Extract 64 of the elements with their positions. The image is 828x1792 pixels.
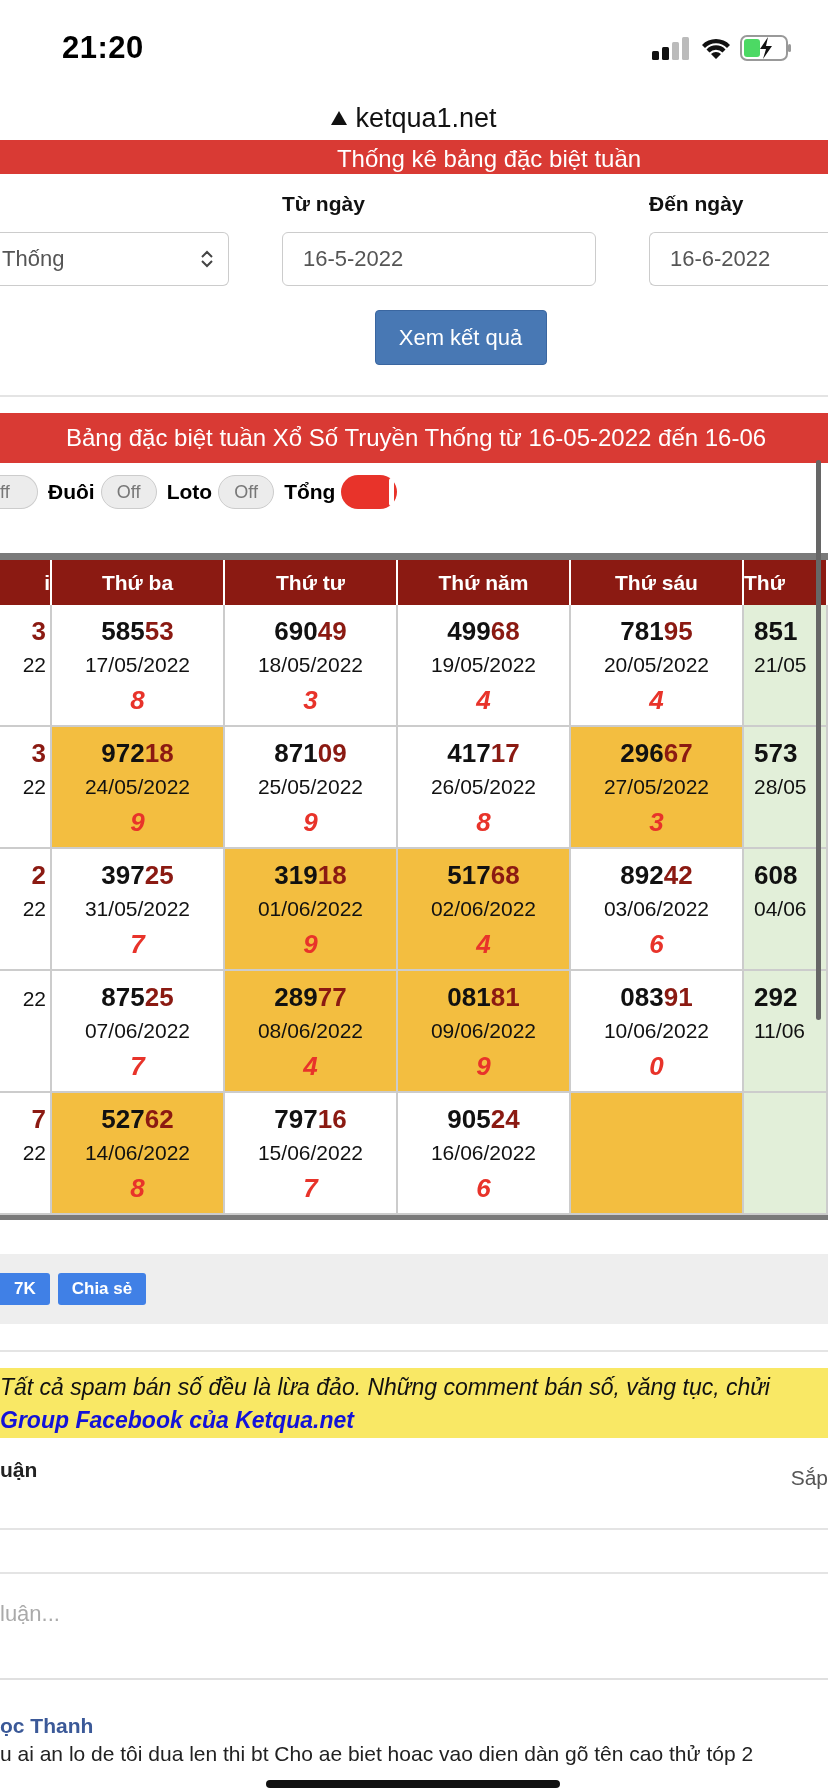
result-cell: 39725 31/05/2022 7 bbox=[52, 849, 225, 971]
result-cell: 28977 08/06/2022 4 bbox=[225, 971, 398, 1093]
column-header: i bbox=[0, 560, 52, 605]
result-cell: 29667 27/05/2022 3 bbox=[571, 727, 744, 849]
toggle-switch[interactable]: ff bbox=[0, 475, 38, 509]
submit-button[interactable]: Xem kết quả bbox=[374, 310, 547, 365]
result-cell: 08391 10/06/2022 0 bbox=[571, 971, 744, 1093]
result-cell: 69049 18/05/2022 3 bbox=[225, 605, 398, 727]
toggle-switch[interactable] bbox=[341, 475, 398, 509]
signal-icon bbox=[652, 36, 692, 60]
result-cell: 2 22 bbox=[0, 849, 52, 971]
result-cell: 97218 24/05/2022 9 bbox=[52, 727, 225, 849]
comment-text: u ai an lo de tôi dua len thi bt Cho ae biet hoac vao dien dàn gõ tên cao thử tóp 2 bbox=[0, 1742, 755, 1766]
comment-author[interactable]: ọc Thanh bbox=[0, 1714, 828, 1738]
toggle-label: Tổng bbox=[284, 480, 336, 504]
address-url[interactable]: ketqua1.net bbox=[355, 102, 497, 134]
sort-control[interactable]: Sắp bbox=[790, 1466, 828, 1518]
facebook-group-link[interactable]: Group Facebook của Ketqua.net bbox=[0, 1404, 828, 1436]
result-cell: 90524 16/06/2022 6 bbox=[398, 1093, 571, 1215]
result-cell: 31918 01/06/2022 9 bbox=[225, 849, 398, 971]
column-header: Thứ tư bbox=[225, 560, 398, 605]
result-cell: 52762 14/06/2022 8 bbox=[52, 1093, 225, 1215]
column-header: Thứ ba bbox=[52, 560, 225, 605]
share-button[interactable]: 7K bbox=[0, 1273, 50, 1305]
column-header: Thứ sáu bbox=[571, 560, 744, 605]
result-cell: 41717 26/05/2022 8 bbox=[398, 727, 571, 849]
result-cell: 3 22 bbox=[0, 605, 52, 727]
page-title: Thống kê bảng đặc biệt tuần bbox=[336, 144, 642, 174]
result-cell: 22 bbox=[0, 971, 52, 1093]
warning-icon bbox=[331, 111, 348, 125]
result-cell: 292 11/06 bbox=[744, 971, 828, 1093]
result-cell: 7 22 bbox=[0, 1093, 52, 1215]
result-cell: 573 28/05 bbox=[744, 727, 828, 849]
result-cell: 608 04/06 bbox=[744, 849, 828, 971]
result-cell: 08181 09/06/2022 9 bbox=[398, 971, 571, 1093]
battery-charging-icon bbox=[740, 35, 792, 61]
wifi-icon bbox=[700, 36, 732, 60]
toggle-switch[interactable]: Off bbox=[100, 475, 157, 509]
result-cell: 3 22 bbox=[0, 727, 52, 849]
result-cell: 87109 25/05/2022 9 bbox=[225, 727, 398, 849]
column-header: Thứ năm bbox=[398, 560, 571, 605]
toggle-switch[interactable]: Off bbox=[218, 475, 275, 509]
notice-text: Tất cả spam bán số đều là lừa đảo. Những comment bán số, văng tục, chửi bbox=[0, 1373, 772, 1402]
result-cell: 58553 17/05/2022 8 bbox=[52, 605, 225, 727]
status-time: 21:20 bbox=[62, 30, 144, 66]
table-banner: Bảng đặc biệt tuần Xổ Số Truyền Thống từ 16-05-2022 đến 16-06 bbox=[0, 413, 828, 463]
result-cell: 79716 15/06/2022 7 bbox=[225, 1093, 398, 1215]
chevron-updown-icon bbox=[200, 249, 214, 269]
toggle-label: Đuôi bbox=[48, 480, 95, 504]
result-cell: 49968 19/05/2022 4 bbox=[398, 605, 571, 727]
lottery-select[interactable]: Thống bbox=[0, 232, 229, 286]
share-button[interactable]: Chia sẻ bbox=[57, 1273, 147, 1305]
toggle-label: Loto bbox=[166, 480, 213, 504]
result-cell: 78195 20/05/2022 4 bbox=[571, 605, 744, 727]
field-label: Từ ngày bbox=[282, 192, 366, 217]
comments-heading: uận bbox=[0, 1458, 38, 1483]
field-label: Đến ngày bbox=[649, 192, 745, 217]
result-cell: 51768 02/06/2022 4 bbox=[398, 849, 571, 971]
date-field[interactable]: 16-6-2022 bbox=[649, 232, 828, 286]
date-field[interactable]: 16-5-2022 bbox=[282, 232, 596, 286]
result-cell: 851 21/05 bbox=[744, 605, 828, 727]
column-header: Thứ bbox=[744, 560, 828, 605]
result-cell: 89242 03/06/2022 6 bbox=[571, 849, 744, 971]
result-cell: 87525 07/06/2022 7 bbox=[52, 971, 225, 1093]
